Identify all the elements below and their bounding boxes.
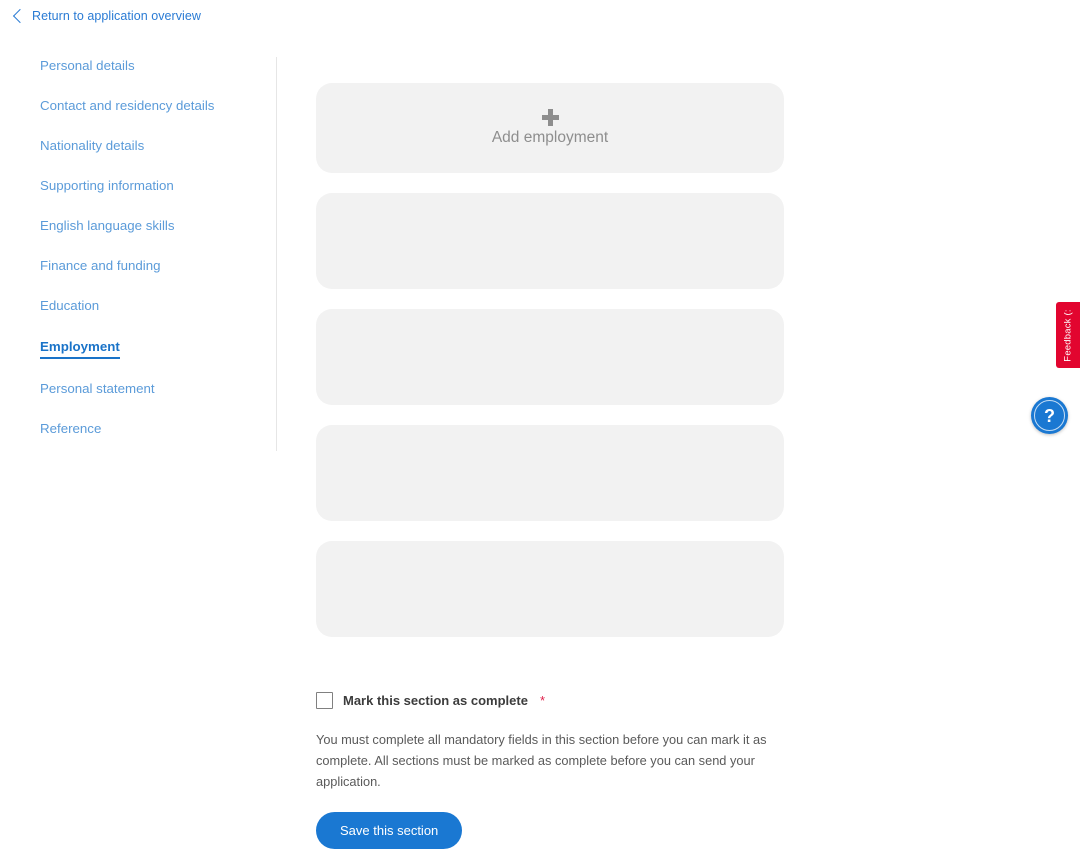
sidebar-item-reference[interactable]: Reference (40, 421, 265, 437)
add-employment-card[interactable]: Add employment (316, 83, 784, 173)
sidebar-item-english-language-skills[interactable]: English language skills (40, 218, 265, 234)
feedback-tab[interactable]: Feedback (: (1056, 302, 1080, 368)
sidebar-item-contact-and-residency-details[interactable]: Contact and residency details (40, 98, 265, 114)
feedback-tab-label: Feedback (: (1062, 308, 1074, 362)
required-asterisk: * (539, 692, 546, 708)
question-mark-icon: ? (1044, 405, 1055, 426)
employment-placeholder-card (316, 309, 784, 405)
employment-placeholder-card (316, 425, 784, 521)
sidebar-divider (276, 57, 277, 451)
sidebar-item-employment[interactable]: Employment (40, 339, 120, 359)
mark-complete-block: Mark this section as complete * You must… (316, 692, 796, 849)
mark-complete-row: Mark this section as complete * (316, 692, 796, 709)
sidebar-item-finance-and-funding[interactable]: Finance and funding (40, 258, 265, 274)
sidebar-item-personal-details[interactable]: Personal details (40, 58, 265, 74)
save-this-section-button[interactable]: Save this section (316, 812, 463, 849)
add-employment-label: Add employment (491, 129, 609, 146)
sidebar-item-nationality-details[interactable]: Nationality details (40, 138, 265, 154)
topbar: Return to application overview (0, 0, 1080, 32)
return-to-application-overview-link[interactable]: Return to application overview (0, 8, 201, 24)
sidebar-item-personal-statement[interactable]: Personal statement (40, 381, 265, 397)
plus-icon (541, 109, 559, 126)
mark-section-complete-label: Mark this section as complete (343, 692, 528, 708)
sidebar-item-supporting-information[interactable]: Supporting information (40, 178, 265, 194)
mark-complete-help-text: You must complete all mandatory fields i… (316, 732, 767, 789)
mark-section-complete-checkbox[interactable] (316, 692, 333, 709)
sidebar-item-education[interactable]: Education (40, 298, 265, 314)
employment-placeholder-card (316, 541, 784, 637)
employment-section-content: Add employment (316, 83, 784, 637)
section-navigation: Personal details Contact and residency d… (40, 58, 265, 437)
back-link-label: Return to application overview (32, 9, 201, 23)
chevron-left-icon (12, 8, 28, 24)
help-button[interactable]: ? (1031, 397, 1068, 434)
employment-placeholder-card (316, 193, 784, 289)
